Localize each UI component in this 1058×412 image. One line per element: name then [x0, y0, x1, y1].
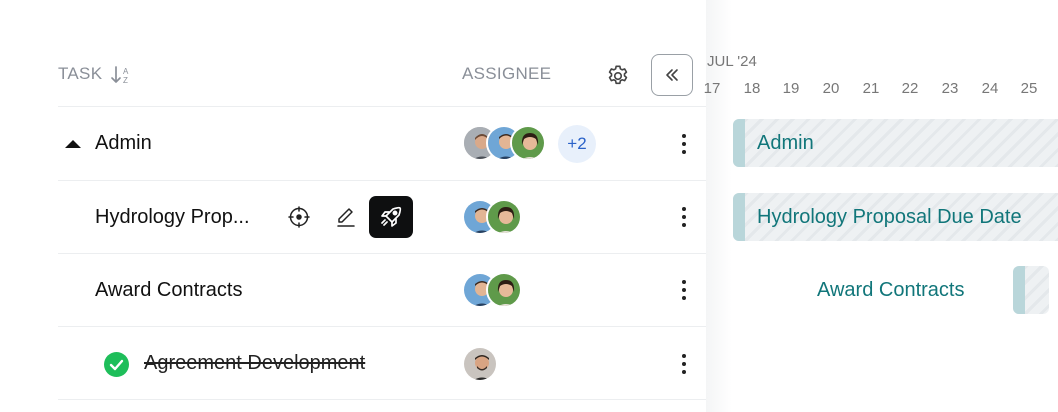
assignee-avatars[interactable]	[462, 199, 522, 235]
task-name-award-contracts[interactable]: Award Contracts	[95, 279, 242, 302]
svg-text:Z: Z	[123, 76, 128, 85]
timeline-day: 19	[782, 80, 800, 97]
gantt-bar-label: Award Contracts	[817, 279, 965, 301]
row-divider	[58, 399, 706, 400]
rocket-icon	[381, 206, 402, 227]
timeline-day: 18	[743, 80, 761, 97]
timeline-day: 24	[981, 80, 999, 97]
timeline-day: 17	[703, 80, 721, 97]
avatar	[510, 125, 546, 161]
task-name-agreement-development[interactable]: Agreement Development	[144, 352, 365, 375]
collapse-group-icon[interactable]	[64, 137, 82, 149]
gantt-bar-award-contracts[interactable]	[1013, 266, 1049, 314]
bar-resize-handle[interactable]	[733, 119, 745, 167]
avatar	[486, 199, 522, 235]
timeline-day: 23	[941, 80, 959, 97]
row-menu-button[interactable]	[674, 202, 694, 232]
avatar	[486, 272, 522, 308]
assignee-avatars[interactable]	[462, 125, 546, 161]
double-chevron-left-icon	[666, 69, 678, 81]
complete-check-icon[interactable]	[104, 352, 129, 377]
assignee-avatars[interactable]	[462, 272, 522, 308]
edit-pencil-icon[interactable]	[335, 206, 357, 228]
assignee-avatars[interactable]	[462, 346, 498, 382]
sort-alpha-icon[interactable]: A Z	[110, 64, 132, 86]
gantt-bar-label: Hydrology Proposal Due Date	[757, 206, 1022, 228]
row-menu-button[interactable]	[674, 129, 694, 159]
crosshair-icon[interactable]	[288, 206, 310, 228]
row-menu-button[interactable]	[674, 349, 694, 379]
timeline-day: 21	[862, 80, 880, 97]
bar-resize-handle[interactable]	[1013, 266, 1025, 314]
timeline-month-label: JUL '24	[707, 53, 757, 70]
timeline-day: 20	[822, 80, 840, 97]
row-divider	[58, 326, 706, 327]
more-assignees-badge[interactable]: +2	[558, 125, 596, 163]
collapse-panel-button[interactable]	[651, 54, 693, 96]
row-divider	[58, 180, 706, 181]
assignee-header-label: ASSIGNEE	[462, 64, 552, 83]
task-name-hydrology[interactable]: Hydrology Prop...	[95, 206, 250, 229]
task-column-header[interactable]: TASK	[58, 64, 102, 84]
task-name-admin[interactable]: Admin	[95, 132, 152, 155]
row-divider	[58, 253, 706, 254]
settings-gear-icon[interactable]	[605, 63, 631, 89]
timeline-day: 25	[1020, 80, 1038, 97]
svg-text:A: A	[123, 67, 129, 76]
timeline-day: 22	[901, 80, 919, 97]
header-divider	[58, 106, 706, 107]
launch-rocket-button[interactable]	[369, 196, 413, 238]
task-header-label: TASK	[58, 64, 103, 83]
row-menu-button[interactable]	[674, 275, 694, 305]
avatar	[462, 346, 498, 382]
assignee-column-header: ASSIGNEE	[462, 64, 551, 84]
bar-resize-handle[interactable]	[733, 193, 745, 241]
gantt-bar-label: Admin	[757, 132, 814, 154]
